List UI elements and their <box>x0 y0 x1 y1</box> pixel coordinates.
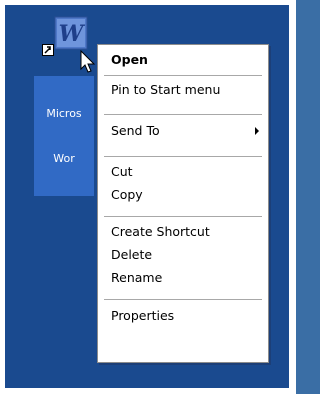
menu-item-label: Send To <box>111 123 160 138</box>
menu-separator <box>104 114 262 115</box>
word-document-icon: W <box>54 16 88 50</box>
menu-item-delete[interactable]: Delete <box>99 244 267 266</box>
menu-separator <box>104 75 262 76</box>
menu-item-pin-to-start[interactable]: Pin to Start menu <box>99 79 267 101</box>
menu-item-label: Rename <box>111 270 163 285</box>
menu-item-label: Copy <box>111 187 143 202</box>
menu-item-open[interactable]: Open <box>99 49 267 71</box>
context-menu: Open Pin to Start menu Send To Cut Copy … <box>97 44 269 363</box>
desktop-icon-label: Micros Wor <box>34 76 94 196</box>
menu-item-label: Open <box>111 52 148 67</box>
menu-separator <box>104 216 262 217</box>
menu-item-cut[interactable]: Cut <box>99 161 267 183</box>
shortcut-arrow-icon <box>42 44 54 56</box>
desktop: W Micros Wor Open Pin to Start menu Send… <box>0 0 296 394</box>
menu-separator <box>104 156 262 157</box>
menu-item-label: Delete <box>111 247 153 262</box>
menu-item-rename[interactable]: Rename <box>99 267 267 289</box>
menu-item-copy[interactable]: Copy <box>99 184 267 206</box>
menu-item-send-to[interactable]: Send To <box>99 120 267 142</box>
menu-item-label: Pin to Start menu <box>111 82 221 97</box>
menu-item-label: Create Shortcut <box>111 224 210 239</box>
menu-item-create-shortcut[interactable]: Create Shortcut <box>99 221 267 243</box>
svg-text:W: W <box>59 21 86 47</box>
menu-item-label: Cut <box>111 164 133 179</box>
submenu-arrow-icon <box>255 127 259 135</box>
menu-separator <box>104 299 262 300</box>
mouse-cursor-icon <box>80 50 96 73</box>
label-line-2: Wor <box>53 152 75 165</box>
label-line-1: Micros <box>46 107 82 120</box>
menu-item-properties[interactable]: Properties <box>99 305 267 327</box>
menu-item-label: Properties <box>111 308 175 323</box>
